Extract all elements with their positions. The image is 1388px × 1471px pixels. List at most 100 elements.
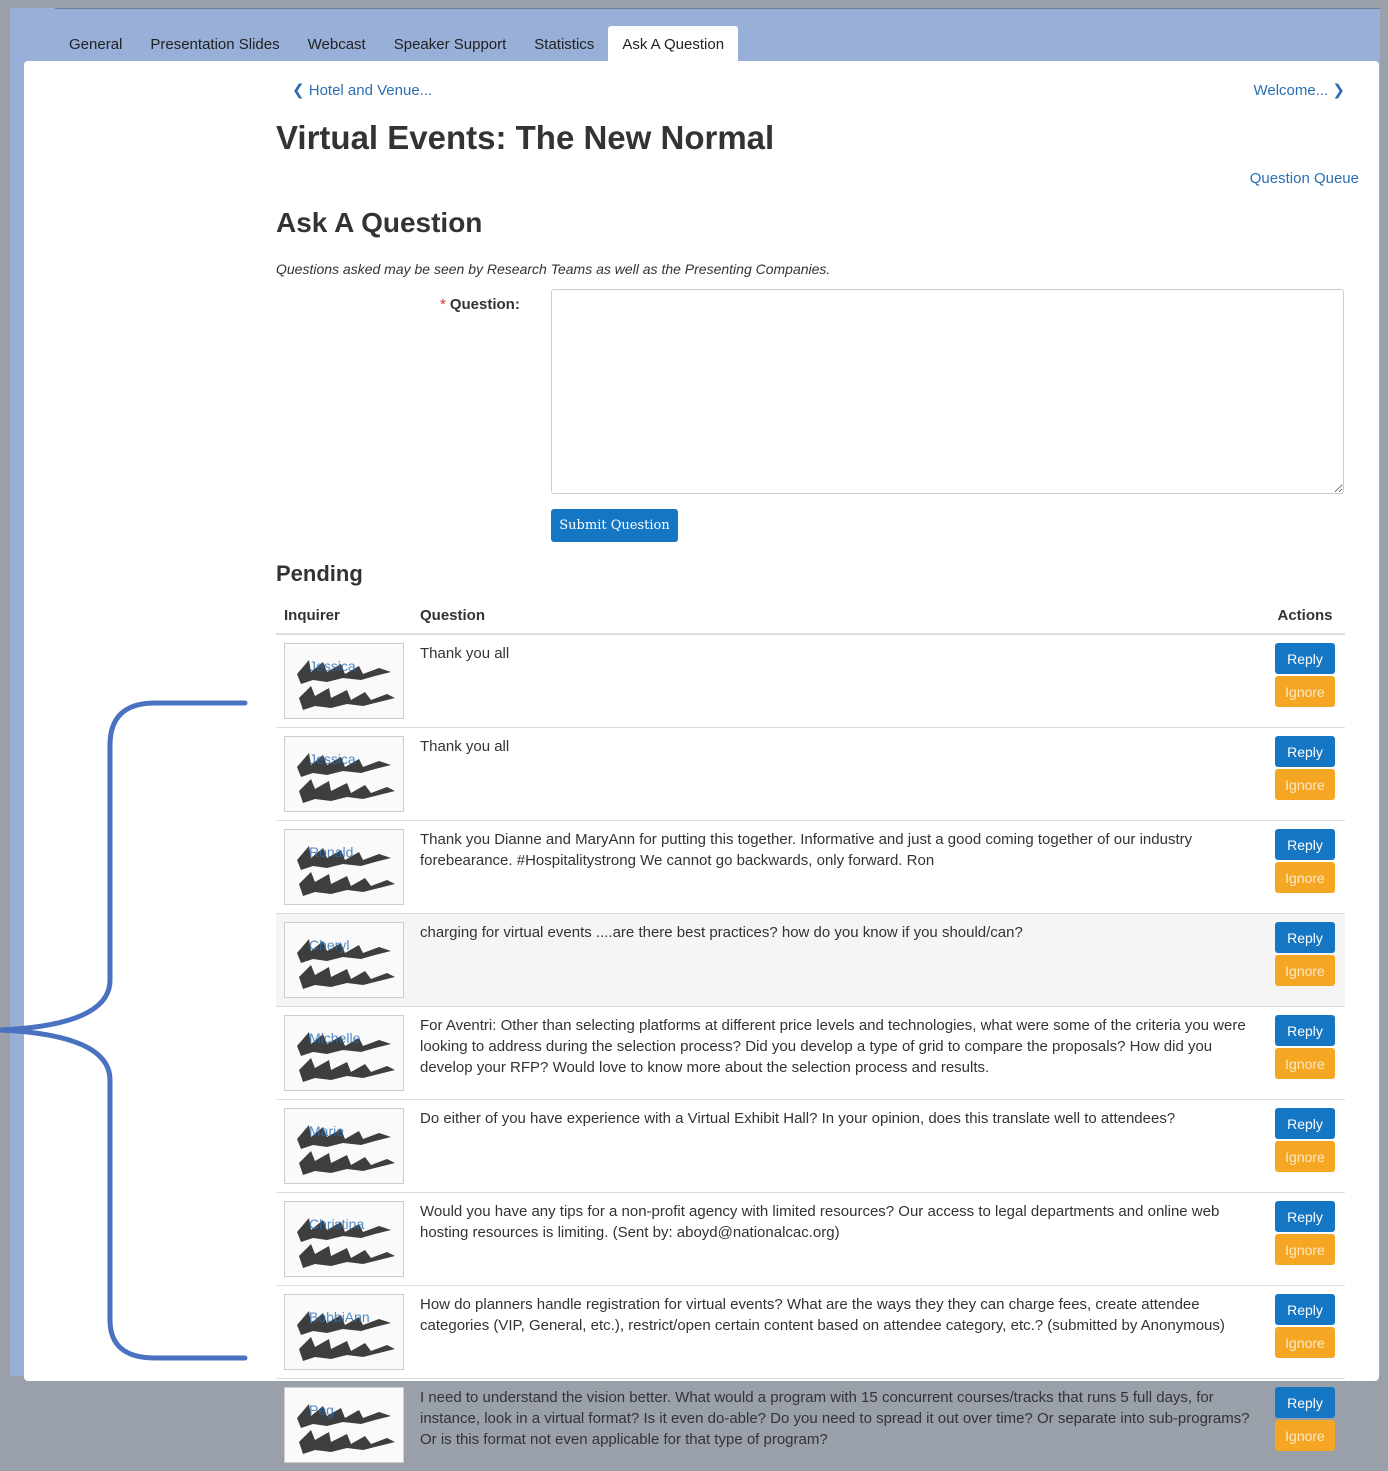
tab-speaker-support[interactable]: Speaker Support [380,26,521,62]
tab-general[interactable]: General [55,26,136,62]
ignore-button[interactable]: Ignore [1275,1141,1335,1172]
ignore-button[interactable]: Ignore [1275,1234,1335,1265]
inquirer-name[interactable]: Ronald [309,844,353,860]
table-row: Jessica Thank you all ReplyIgnore [276,634,1345,728]
ignore-button[interactable]: Ignore [1275,1420,1335,1451]
avatar: Ronald [284,829,404,905]
reply-button[interactable]: Reply [1275,1201,1335,1232]
question-text: How do planners handle registration for … [412,1286,1265,1379]
tab-statistics[interactable]: Statistics [520,26,608,62]
actions-cell: ReplyIgnore [1265,821,1345,914]
question-label-text: Question: [450,296,520,313]
pending-questions-table: Inquirer Question Actions Jessica Thank y… [276,598,1345,1471]
actions-cell: ReplyIgnore [1265,1100,1345,1193]
redaction-scribble [291,1396,399,1458]
annotation-bracket [0,690,260,1380]
avatar: Michelle [284,1015,404,1091]
avatar: BobbiAnn [284,1294,404,1370]
tab-webcast[interactable]: Webcast [294,26,380,62]
ignore-button[interactable]: Ignore [1275,676,1335,707]
inquirer-name[interactable]: Jessica [309,658,356,674]
question-text: For Aventri: Other than selecting platfo… [412,1007,1265,1100]
avatar: Jessica [284,736,404,812]
page-title: Virtual Events: The New Normal [276,119,774,157]
required-marker: * [440,296,446,313]
previous-page-label: Hotel and Venue... [309,82,432,99]
ignore-button[interactable]: Ignore [1275,862,1335,893]
question-text: charging for virtual events ....are ther… [412,914,1265,1007]
actions-cell: ReplyIgnore [1265,1286,1345,1379]
avatar: Marie [284,1108,404,1184]
reply-button[interactable]: Reply [1275,829,1335,860]
inquirer-cell: Christina [276,1193,412,1286]
inquirer-name[interactable]: Peg [309,1402,334,1418]
inquirer-column-header: Inquirer [276,598,412,634]
table-row: Marie Do either of you have experience wi… [276,1100,1345,1193]
table-row: Christina Would you have any tips for a n… [276,1193,1345,1286]
table-row: JessicaThank you allReplyIgnore [276,728,1345,821]
inquirer-name[interactable]: Jessica [309,751,356,767]
tab-bar: General Presentation Slides Webcast Spea… [55,26,738,62]
actions-cell: ReplyIgnore [1265,728,1345,821]
actions-cell: ReplyIgnore [1265,914,1345,1007]
actions-column-header: Actions [1265,598,1345,634]
section-title: Ask A Question [276,207,482,239]
ignore-button[interactable]: Ignore [1275,1048,1335,1079]
reply-button[interactable]: Reply [1275,1387,1335,1418]
table-row: Michelle For Aventri: Other than selectin… [276,1007,1345,1100]
pending-questions-body: JessicaThank you allReplyIgnoreJessicaTh… [276,634,1345,1471]
avatar: Cheryl [284,922,404,998]
reply-button[interactable]: Reply [1275,1294,1335,1325]
inquirer-name[interactable]: BobbiAnn [309,1309,370,1325]
submit-question-button[interactable]: Submit Question [551,509,678,542]
reply-button[interactable]: Reply [1275,922,1335,953]
actions-cell: ReplyIgnore [1265,1379,1345,1471]
chevron-right-icon: ❯ [1332,82,1345,99]
reply-button[interactable]: Reply [1275,1108,1335,1139]
tab-ask-a-question[interactable]: Ask A Question [608,26,738,62]
inquirer-cell: BobbiAnn [276,1286,412,1379]
avatar: Christina [284,1201,404,1277]
question-text: Thank you all [412,634,1265,728]
table-row: Ronald Thank you Dianne and MaryAnn for p… [276,821,1345,914]
inquirer-name[interactable]: Michelle [309,1030,360,1046]
ignore-button[interactable]: Ignore [1275,955,1335,986]
inquirer-name[interactable]: Marie [309,1123,344,1139]
ignore-button[interactable]: Ignore [1275,1327,1335,1358]
table-row: BobbiAnn How do planners handle registrat… [276,1286,1345,1379]
question-text: Would you have any tips for a non-profit… [412,1193,1265,1286]
tab-presentation-slides[interactable]: Presentation Slides [136,26,293,62]
table-row: Cheryl charging for virtual events ....ar… [276,914,1345,1007]
inquirer-cell: Ronald [276,821,412,914]
ignore-button[interactable]: Ignore [1275,769,1335,800]
inquirer-name[interactable]: Christina [309,1216,364,1232]
table-row: PegI need to understand the vision bette… [276,1379,1345,1471]
avatar: Peg [284,1387,404,1463]
inquirer-cell: Jessica [276,728,412,821]
next-page-label: Welcome... [1254,82,1329,99]
question-text: Thank you Dianne and MaryAnn for putting… [412,821,1265,914]
question-textarea[interactable] [551,289,1344,494]
inquirer-cell: Cheryl [276,914,412,1007]
question-text: Do either of you have experience with a … [412,1100,1265,1193]
question-text: Thank you all [412,728,1265,821]
redaction-scribble [291,1117,399,1179]
inquirer-cell: Marie [276,1100,412,1193]
actions-cell: ReplyIgnore [1265,1193,1345,1286]
reply-button[interactable]: Reply [1275,643,1335,674]
previous-page-link[interactable]: ❮ Hotel and Venue... [292,81,432,99]
reply-button[interactable]: Reply [1275,736,1335,767]
chevron-left-icon: ❮ [292,82,305,99]
inquirer-cell: Michelle [276,1007,412,1100]
actions-cell: ReplyIgnore [1265,1007,1345,1100]
question-queue-link[interactable]: Question Queue [1250,170,1359,187]
question-column-header: Question [412,598,1265,634]
avatar: Jessica [284,643,404,719]
reply-button[interactable]: Reply [1275,1015,1335,1046]
top-divider [55,8,1380,9]
inquirer-name[interactable]: Cheryl [309,937,349,953]
next-page-link[interactable]: Welcome... ❯ [1254,81,1346,99]
inquirer-cell: Peg [276,1379,412,1471]
disclaimer-text: Questions asked may be seen by Research … [276,261,830,277]
pending-title: Pending [276,561,363,587]
